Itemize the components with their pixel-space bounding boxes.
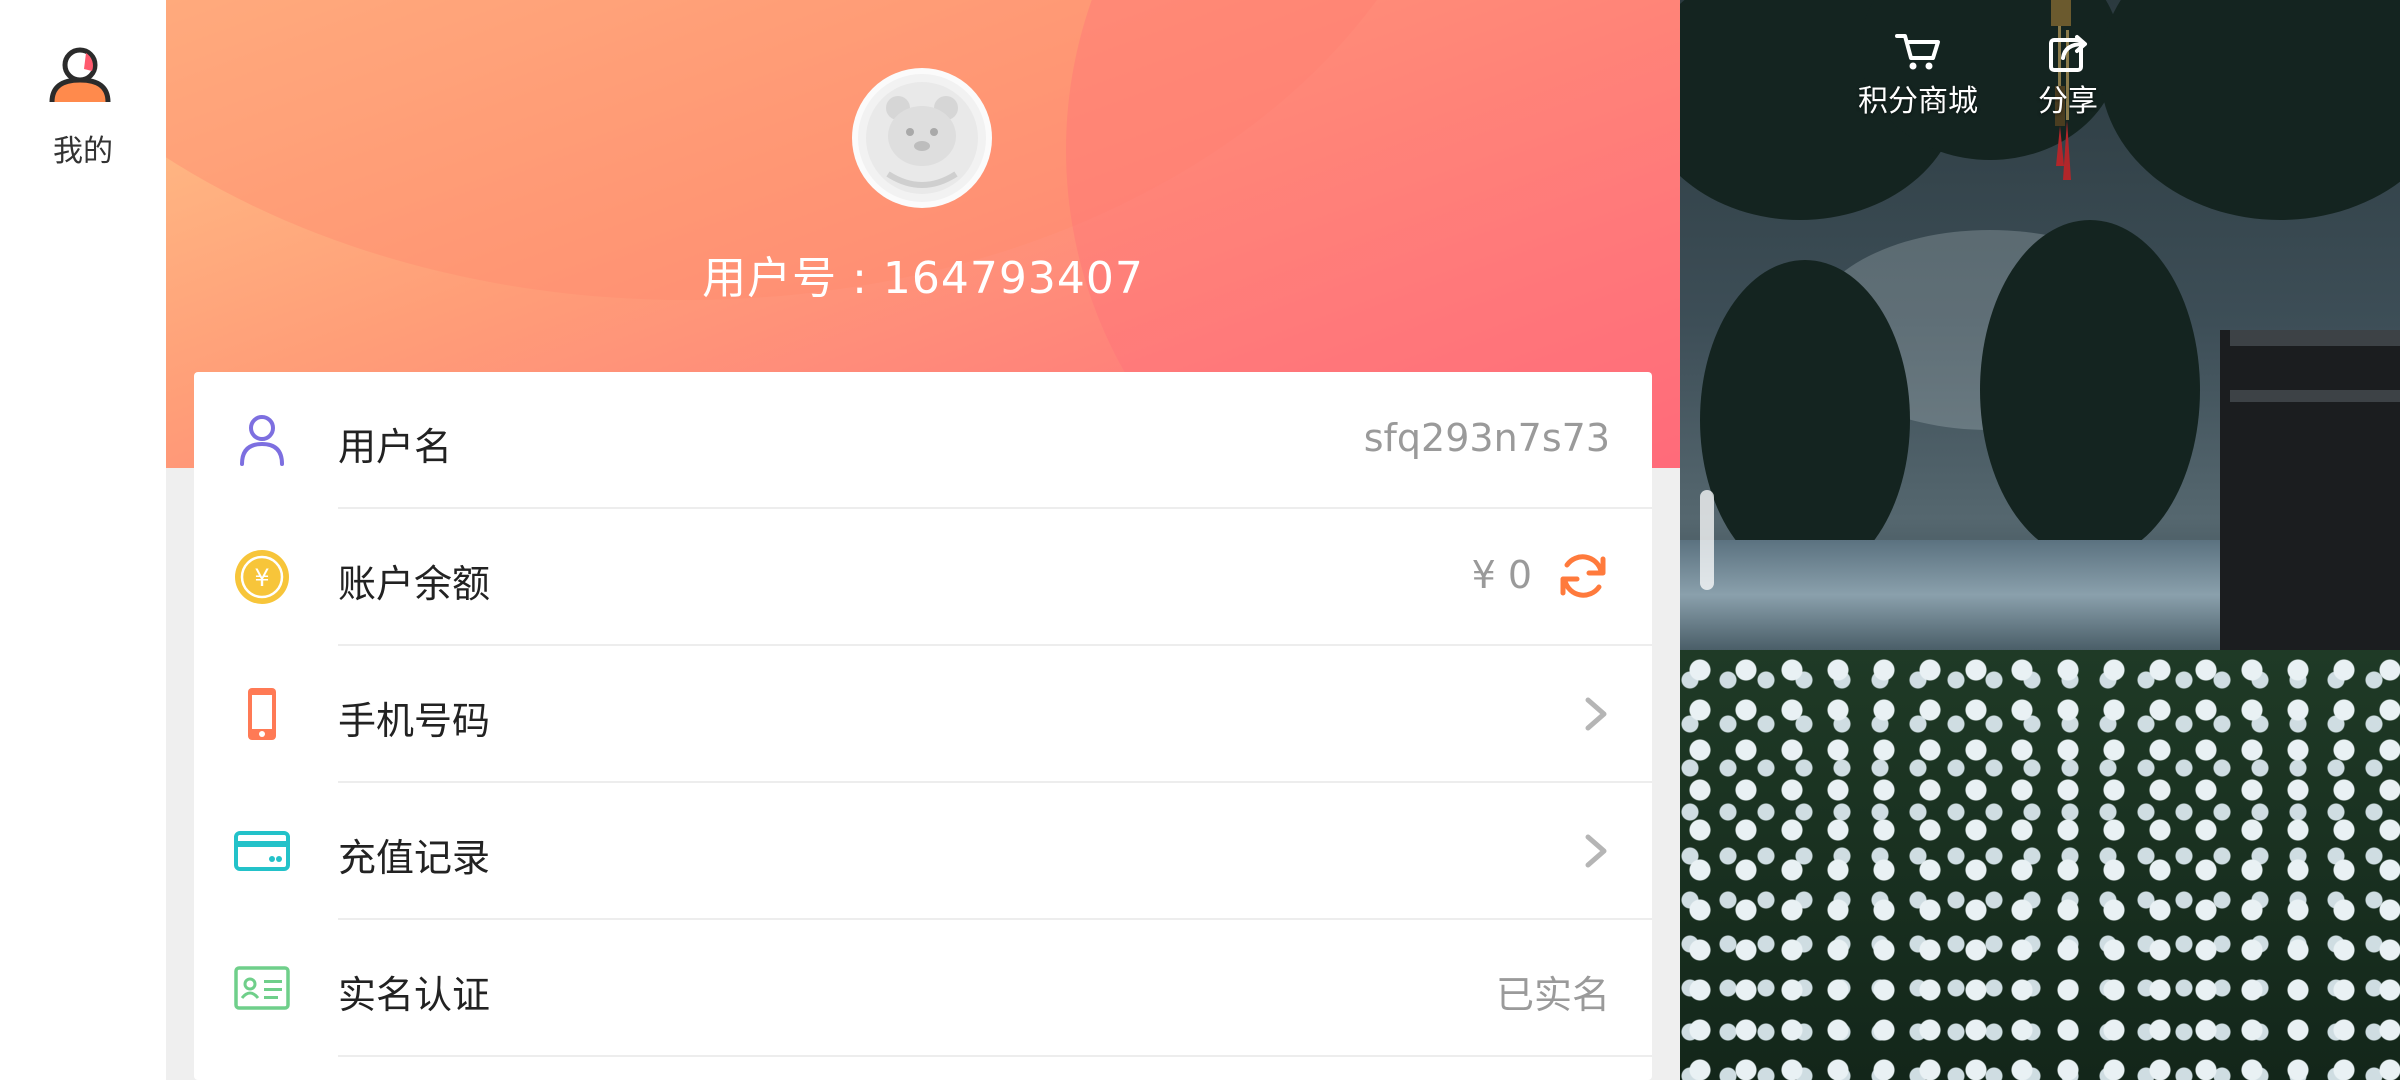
row-real-name-verification[interactable]: 实名认证 已实名 — [194, 920, 1652, 1057]
row-username: 用户名 sfq293n7s73 — [194, 372, 1652, 509]
phone-label: 手机号码 — [338, 699, 491, 743]
shopping-cart-icon — [1895, 34, 1940, 70]
points-shop-label: 积分商城 — [1858, 84, 1978, 119]
tab-my-account[interactable]: 我的 — [0, 30, 166, 180]
share-icon — [2049, 35, 2087, 72]
chevron-right-icon — [1585, 834, 1607, 868]
share-button[interactable]: 分享 — [2030, 30, 2106, 120]
real-name-label: 实名认证 — [338, 973, 491, 1017]
scrollbar[interactable] — [1700, 490, 1714, 590]
refresh-icon[interactable] — [1556, 549, 1610, 603]
card-icon — [234, 831, 290, 871]
svg-text:¥: ¥ — [254, 564, 269, 592]
recharge-records-label: 充值记录 — [338, 836, 491, 880]
row-phone[interactable]: 手机号码 — [194, 646, 1652, 783]
avatar[interactable] — [852, 68, 992, 208]
pavilion-rail — [2230, 330, 2400, 346]
user-profile-icon — [49, 47, 111, 103]
user-id-text: 用户号 : 164793407 — [702, 253, 1144, 304]
row-balance: ¥ 账户余额 ¥ 0 — [194, 509, 1652, 646]
chevron-right-icon — [1585, 697, 1607, 731]
balance-label: 账户余额 — [338, 562, 491, 606]
account-info-card: 用户名 sfq293n7s73 ¥ 账户余额 ¥ 0 手机号码 充值记录 实名认… — [194, 372, 1652, 1080]
pavilion — [2220, 330, 2400, 690]
game-scene-background — [1680, 0, 2400, 1080]
side-rail: 我的 — [0, 0, 166, 1080]
username-label: 用户名 — [338, 425, 453, 469]
bear-avatar-icon — [866, 82, 978, 194]
yuan-coin-icon: ¥ — [235, 550, 289, 604]
share-label: 分享 — [2038, 84, 2098, 119]
account-panel: 用户号 : 164793407 用户名 sfq293n7s73 ¥ 账户余额 ¥… — [166, 0, 1680, 1080]
points-shop-button[interactable]: 积分商城 — [1856, 30, 1980, 120]
tree-silhouette — [1980, 220, 2200, 560]
row-recharge-records[interactable]: 充值记录 — [194, 783, 1652, 920]
row-divider — [338, 1055, 1652, 1057]
tree-silhouette — [2100, 0, 2400, 220]
tab-my-account-label: 我的 — [53, 134, 113, 169]
tree-silhouette — [1700, 260, 1910, 580]
username-value: sfq293n7s73 — [1363, 416, 1610, 460]
pavilion-rail — [2230, 390, 2400, 402]
flower-field — [1680, 650, 2400, 1080]
phone-icon — [248, 688, 276, 740]
real-name-status: 已实名 — [1495, 973, 1610, 1017]
balance-value: ¥ 0 — [1471, 553, 1532, 597]
user-icon — [240, 415, 284, 466]
id-card-icon — [234, 966, 290, 1010]
